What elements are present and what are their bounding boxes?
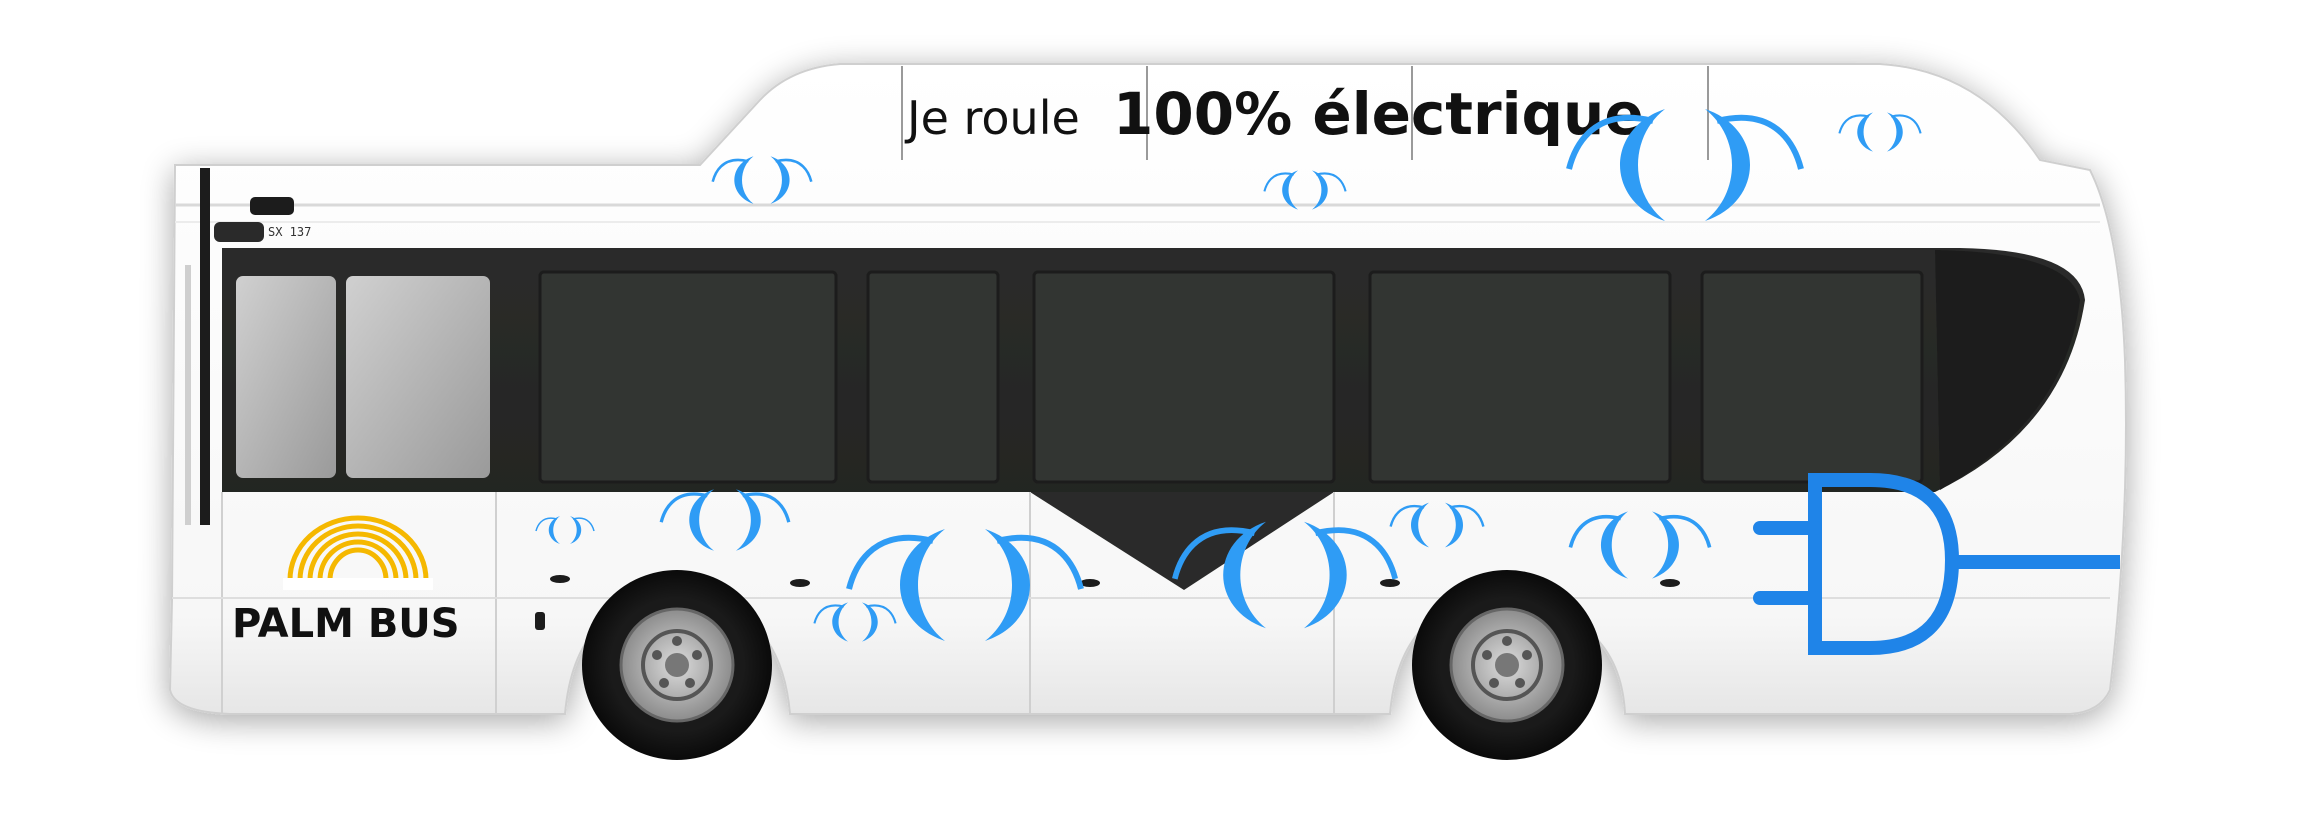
passenger-window bbox=[538, 270, 838, 484]
front-door-window-right bbox=[346, 276, 490, 478]
front-door-window-left bbox=[236, 276, 336, 478]
passenger-window bbox=[1700, 270, 1924, 484]
slogan-emphasis: 100% électrique bbox=[1113, 80, 1644, 148]
logo-cutout bbox=[283, 578, 433, 590]
passenger-window bbox=[866, 270, 1000, 484]
body-marker bbox=[550, 575, 570, 583]
bus-plate-text: SX 137 bbox=[268, 225, 311, 239]
passenger-window bbox=[1032, 270, 1336, 484]
passenger-window bbox=[1368, 270, 1672, 484]
front-wheel bbox=[582, 570, 772, 760]
side-mirror bbox=[250, 197, 294, 215]
slogan-prefix: Je roule bbox=[904, 91, 1080, 145]
body-marker bbox=[790, 579, 810, 587]
body-marker bbox=[535, 612, 545, 630]
bus-body-group: SX 137 bbox=[168, 63, 2127, 715]
body-marker bbox=[1380, 579, 1400, 587]
body-marker bbox=[1660, 579, 1680, 587]
bus-scene: SX 137 Je roule 100% électrique PALM BUS bbox=[168, 63, 2127, 760]
rear-wheel bbox=[1412, 570, 1602, 760]
logo-text: PALM BUS bbox=[232, 601, 460, 647]
front-light bbox=[214, 222, 264, 242]
